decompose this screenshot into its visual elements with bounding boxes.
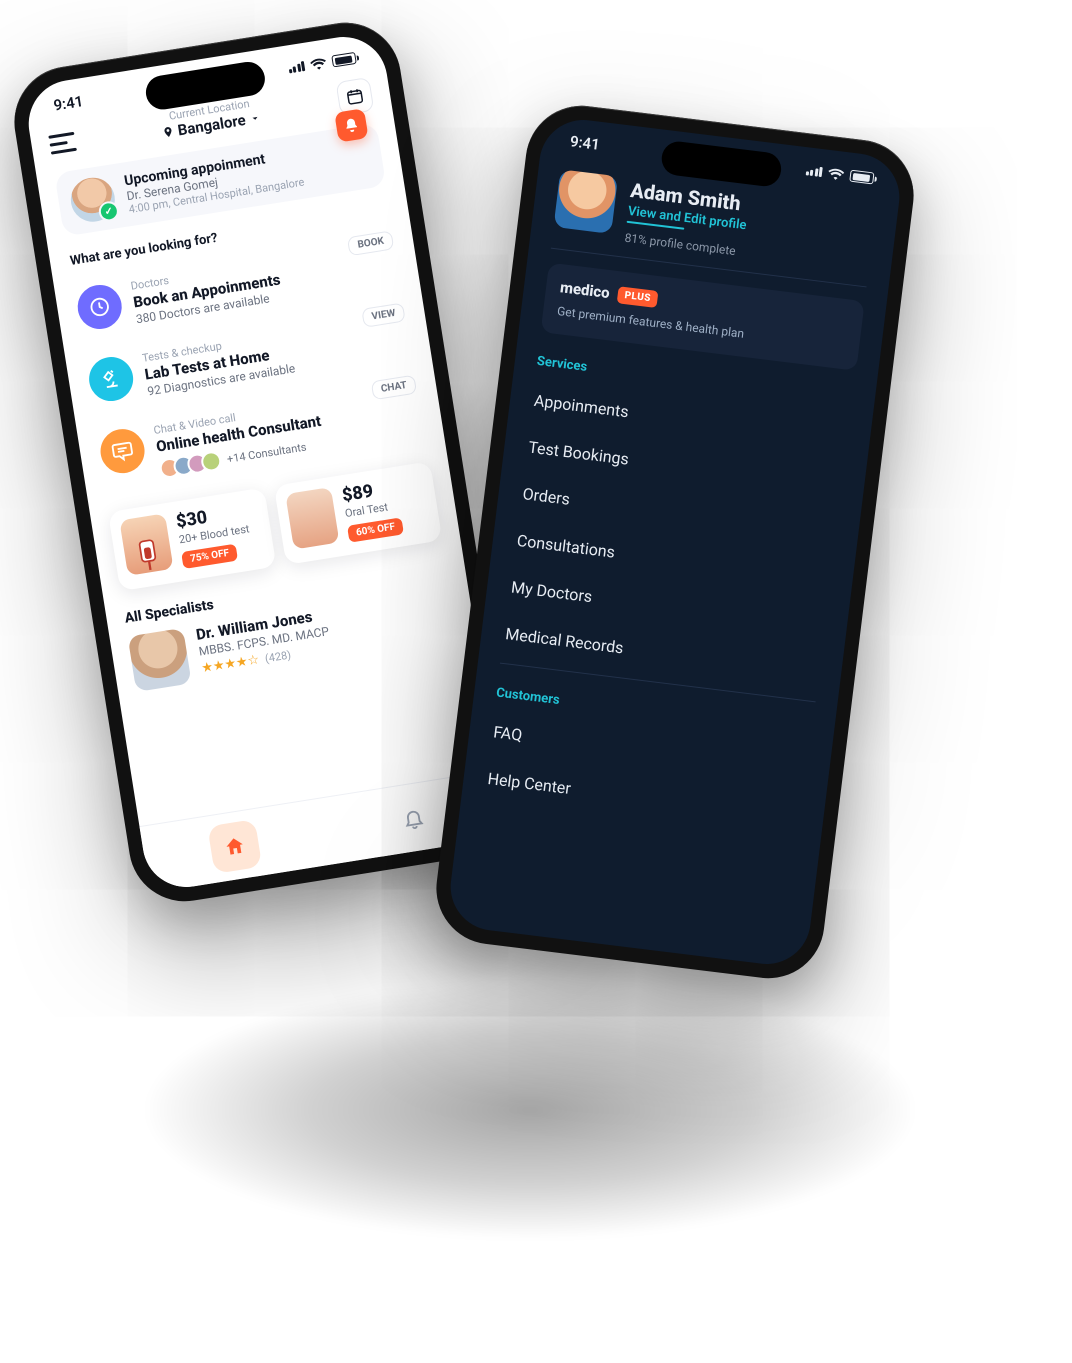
review-count: (428) <box>264 648 292 665</box>
status-time: 9:41 <box>52 92 84 114</box>
battery-icon <box>331 52 357 68</box>
calendar-icon <box>345 86 366 107</box>
notification-button[interactable] <box>334 108 368 142</box>
bell-icon <box>342 116 360 134</box>
pin-icon <box>161 125 175 139</box>
offer-blood-test[interactable]: $30 20+ Blood test 75% OFF <box>108 487 277 591</box>
clock-icon <box>75 282 125 332</box>
microscope-icon <box>86 354 136 404</box>
option-chip-book[interactable]: BOOK <box>347 230 394 256</box>
home-screen: 9:41 Current Location Bangalore <box>22 31 507 894</box>
offer-badge: 75% OFF <box>181 544 238 569</box>
consultant-count: +14 Consultants <box>226 440 307 465</box>
ground-shadow <box>140 980 920 1240</box>
menu-icon[interactable] <box>48 131 77 154</box>
chevron-down-icon <box>248 111 262 125</box>
plus-badge: PLUS <box>617 286 659 308</box>
offer-badge: 60% OFF <box>347 517 404 542</box>
option-chip-chat[interactable]: CHAT <box>371 375 417 401</box>
blood-bag-icon <box>119 513 173 576</box>
specialist-avatar <box>128 628 192 692</box>
teeth-icon <box>285 487 339 550</box>
tab-notifications[interactable] <box>386 790 441 845</box>
status-icons <box>805 164 874 184</box>
offer-oral-test[interactable]: $89 Oral Test 60% OFF <box>274 461 443 565</box>
wifi-icon <box>827 167 844 181</box>
home-icon <box>222 833 247 858</box>
doctor-avatar <box>68 175 118 225</box>
chat-icon <box>97 426 147 476</box>
status-icons <box>287 52 357 75</box>
wifi-icon <box>310 57 328 71</box>
status-time: 9:41 <box>569 132 601 153</box>
profile-screen: 9:41 Adam Smith View and Edit profile <box>446 115 905 969</box>
phone-profile: 9:41 Adam Smith View and Edit profile <box>430 99 920 984</box>
bell-icon <box>400 805 425 830</box>
option-chip-view[interactable]: VIEW <box>361 302 405 327</box>
battery-icon <box>849 170 874 185</box>
phone-home: 9:41 Current Location Bangalore <box>6 15 523 910</box>
premium-card[interactable]: medico PLUS Get premium features & healt… <box>541 263 865 371</box>
profile-avatar[interactable] <box>554 169 619 234</box>
signal-icon <box>287 61 305 73</box>
tab-home[interactable] <box>207 819 262 874</box>
premium-brand: medico <box>559 278 611 302</box>
signal-icon <box>805 165 823 177</box>
